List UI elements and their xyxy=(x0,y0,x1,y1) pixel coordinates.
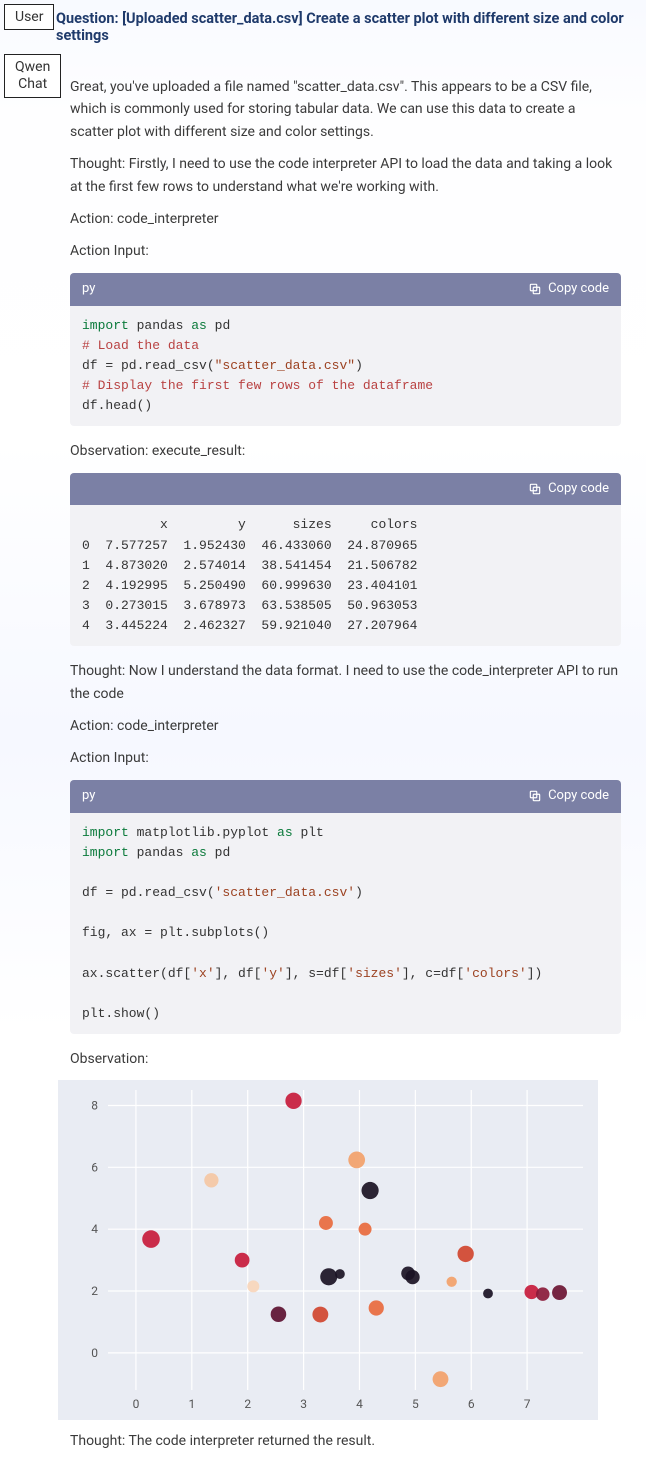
scatter-svg: 0 1 2 3 4 5 6 7 0 2 4 6 8 xyxy=(58,1080,598,1420)
observation-2-label: Observation: xyxy=(70,1048,621,1070)
scatter-plot: 0 1 2 3 4 5 6 7 0 2 4 6 8 xyxy=(58,1080,598,1420)
svg-text:4: 4 xyxy=(91,1223,98,1237)
copy-code-button[interactable]: Copy code xyxy=(528,786,609,807)
role-user-tag: User xyxy=(4,4,54,30)
svg-text:1: 1 xyxy=(188,1397,195,1411)
code-lang-label: py xyxy=(82,279,95,300)
code-block-2: py Copy code import matplotlib.pyplot as… xyxy=(70,780,621,1034)
action-input-1: Action Input: xyxy=(70,240,621,262)
copy-code-button[interactable]: Copy code xyxy=(528,279,609,300)
svg-text:0: 0 xyxy=(133,1397,140,1411)
code-lang-label: py xyxy=(82,786,95,807)
role-bot-tag: QwenChat xyxy=(4,54,61,98)
intro-paragraph: Great, you've uploaded a file named "sca… xyxy=(70,76,621,143)
svg-text:6: 6 xyxy=(91,1161,98,1175)
copy-code-button[interactable]: Copy code xyxy=(528,479,609,500)
action-1: Action: code_interpreter xyxy=(70,208,621,230)
thought-2: Thought: Now I understand the data forma… xyxy=(70,660,621,705)
action-input-2: Action Input: xyxy=(70,747,621,769)
thought-3: Thought: The code interpreter returned t… xyxy=(70,1430,621,1452)
output-block-1: Copy code x y sizes colors 0 7.577257 1.… xyxy=(70,473,621,647)
code-body-2: import matplotlib.pyplot as plt import p… xyxy=(70,813,621,1034)
svg-text:2: 2 xyxy=(244,1397,251,1411)
svg-text:0: 0 xyxy=(91,1346,98,1360)
copy-icon xyxy=(528,482,542,496)
svg-text:6: 6 xyxy=(468,1397,475,1411)
code-block-1: py Copy code import pandas as pd # Load … xyxy=(70,273,621,427)
assistant-response: Great, you've uploaded a file named "sca… xyxy=(0,54,646,1473)
thought-1: Thought: Firstly, I need to use the code… xyxy=(70,153,621,198)
svg-text:4: 4 xyxy=(356,1397,363,1411)
question-text: Question: [Uploaded scatter_data.csv] Cr… xyxy=(0,0,646,54)
svg-text:2: 2 xyxy=(91,1284,98,1298)
svg-text:8: 8 xyxy=(91,1099,98,1113)
svg-text:7: 7 xyxy=(524,1397,531,1411)
table-output: x y sizes colors 0 7.577257 1.952430 46.… xyxy=(70,505,621,646)
copy-icon xyxy=(528,789,542,803)
observation-1-label: Observation: execute_result: xyxy=(70,440,621,462)
action-2: Action: code_interpreter xyxy=(70,715,621,737)
code-body-1: import pandas as pd # Load the data df =… xyxy=(70,306,621,427)
svg-text:3: 3 xyxy=(300,1397,307,1411)
svg-text:5: 5 xyxy=(412,1397,419,1411)
copy-icon xyxy=(528,282,542,296)
